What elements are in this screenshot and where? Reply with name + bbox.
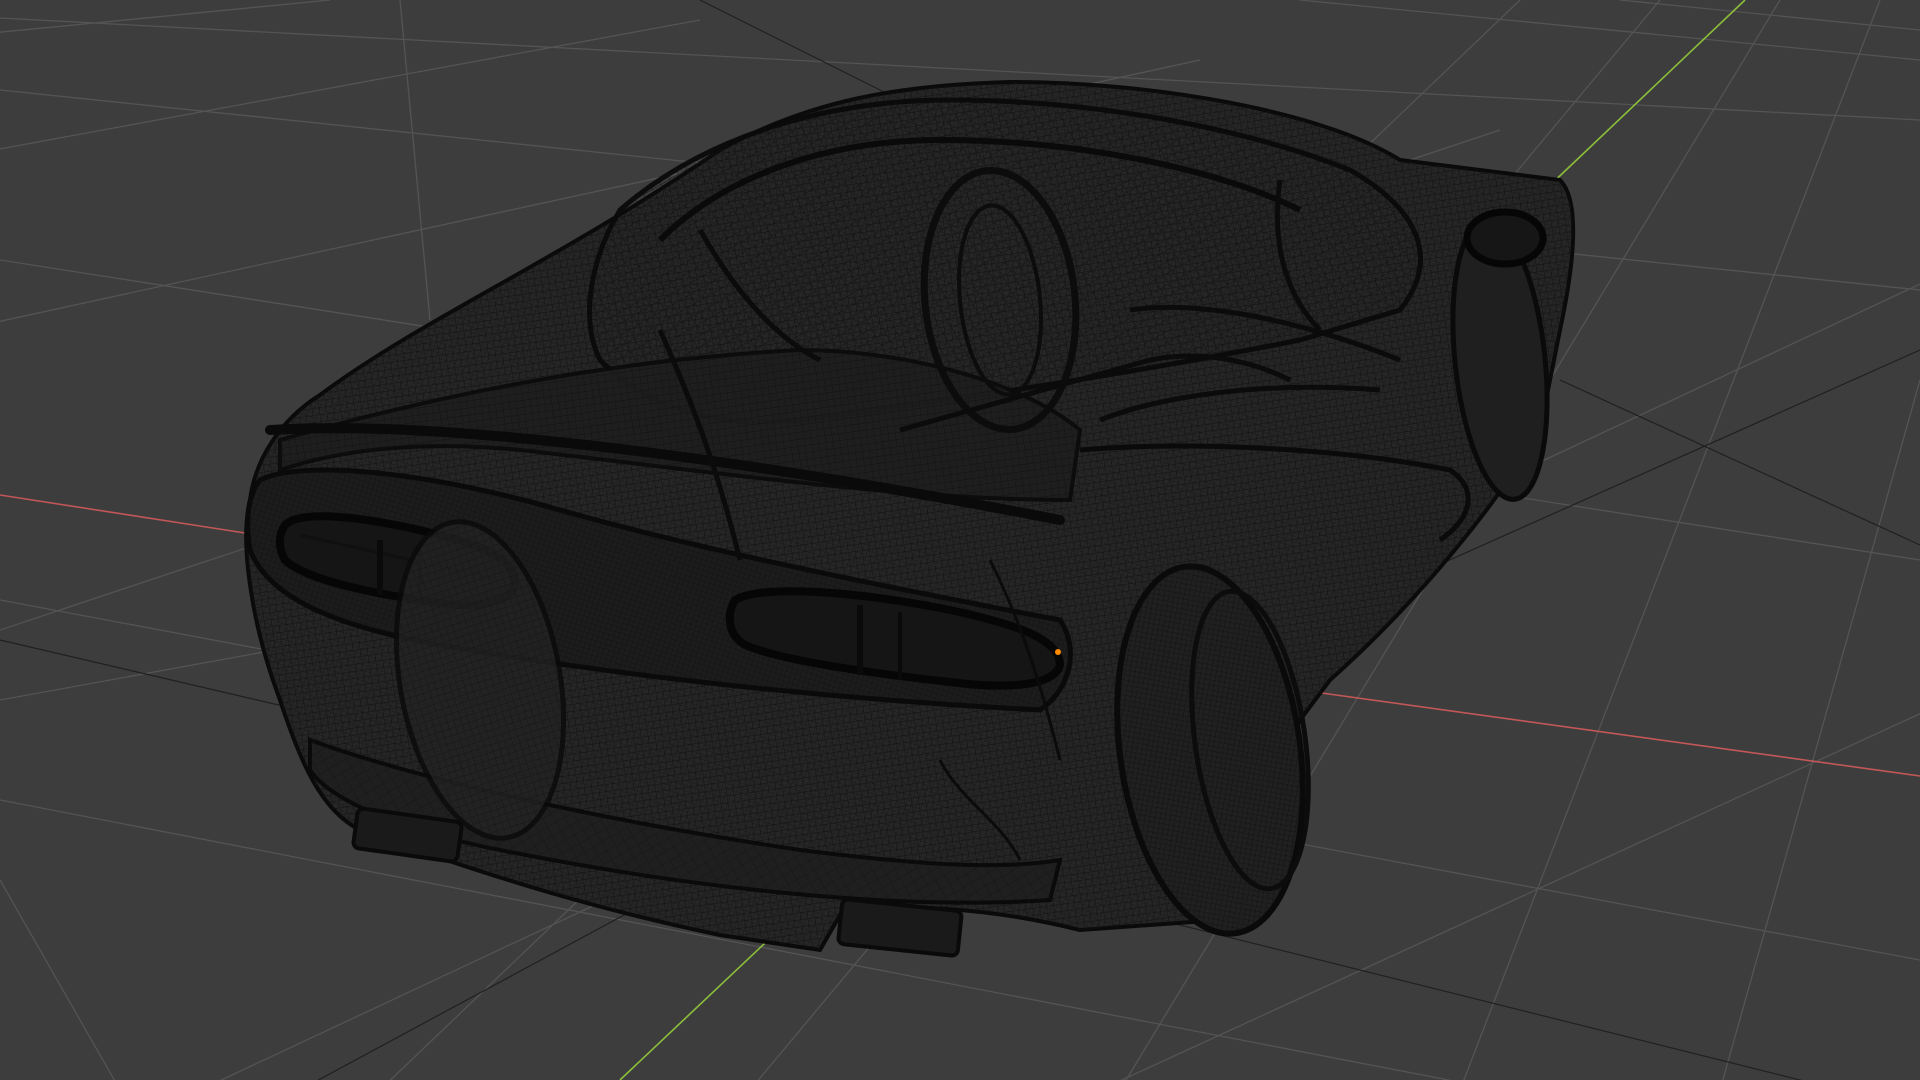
viewport-scene <box>0 0 1920 1080</box>
3d-viewport[interactable] <box>0 0 1920 1080</box>
object-origin-dot <box>1055 649 1061 655</box>
car-wireframe-model[interactable] <box>244 79 1576 958</box>
